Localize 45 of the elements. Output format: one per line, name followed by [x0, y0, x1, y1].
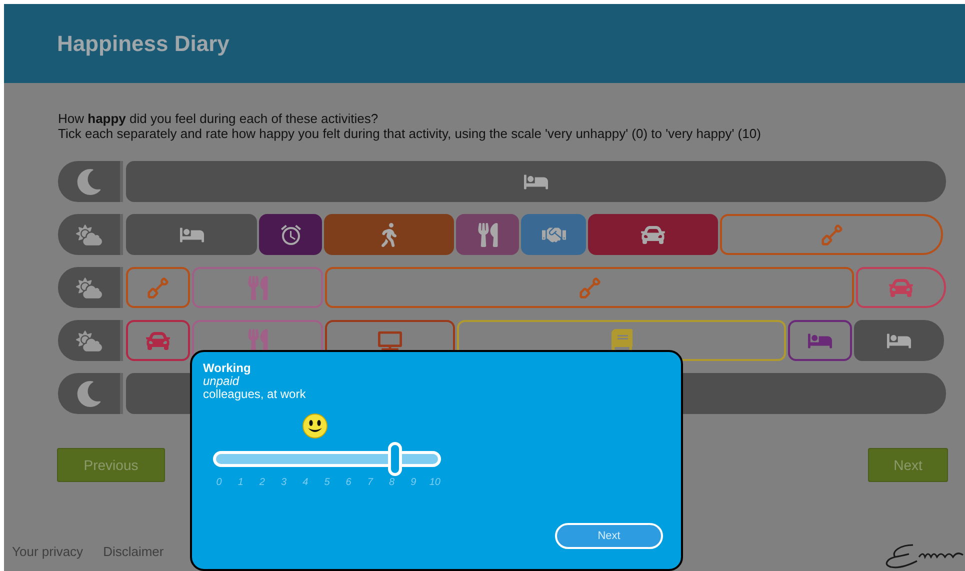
shovel-icon: [147, 276, 169, 298]
fork-knife-icon: [246, 328, 270, 352]
fork-knife-icon: [246, 276, 270, 300]
activity-block[interactable]: [456, 214, 519, 255]
previous-button[interactable]: Previous: [57, 448, 165, 482]
activity-detail: colleagues, at work: [203, 388, 307, 401]
sun-cloud-icon: [76, 328, 102, 354]
scale-label: 1: [236, 477, 244, 488]
footer-link[interactable]: Your privacy: [12, 544, 84, 559]
moon-icon: [76, 380, 102, 406]
sun-cloud-icon: [76, 222, 102, 248]
fork-knife-icon: [476, 222, 500, 246]
scale-label: 10: [428, 477, 441, 488]
shovel-icon: [820, 224, 842, 246]
signature-logo-icon: [883, 541, 965, 571]
instruction-text: Tick each separately and rate how happy you felt during that activity, using the scale 'very unhappy' (0) to 'very happy' (10): [58, 126, 762, 141]
alarm-clock-icon: [278, 222, 302, 246]
scale-label: 9: [410, 477, 418, 488]
activity-title: Working: [203, 361, 252, 375]
smiley-icon: [302, 413, 328, 439]
scale-label: 7: [366, 477, 374, 488]
moon-icon: [76, 168, 102, 194]
page-title: Happiness Diary: [57, 30, 230, 56]
activity-block[interactable]: [126, 214, 257, 255]
tv-icon: [378, 328, 402, 352]
scale-label: 5: [323, 477, 331, 488]
instruction-text: How happy did you feel during each of these activities?: [58, 111, 380, 126]
dialog-next-button[interactable]: Next: [555, 523, 663, 549]
next-button[interactable]: Next: [868, 448, 948, 482]
activity-block[interactable]: [588, 214, 718, 255]
scale-label: 2: [258, 477, 266, 488]
scale-label: 3: [280, 477, 288, 488]
activity-block[interactable]: [854, 320, 944, 361]
sun-cloud-icon: [76, 274, 102, 300]
activity-subtitle: unpaid: [203, 375, 240, 388]
scale-label: 6: [344, 477, 352, 488]
scale-label: 0: [215, 477, 223, 488]
slider-thumb[interactable]: [388, 442, 402, 476]
scale-label: 8: [388, 477, 396, 488]
footer-link[interactable]: Disclaimer: [103, 544, 164, 559]
happiness-slider[interactable]: [213, 442, 441, 476]
scale-label: 4: [302, 477, 310, 488]
shovel-icon: [578, 276, 600, 298]
activity-block[interactable]: [324, 214, 454, 255]
activity-block[interactable]: [259, 214, 322, 255]
